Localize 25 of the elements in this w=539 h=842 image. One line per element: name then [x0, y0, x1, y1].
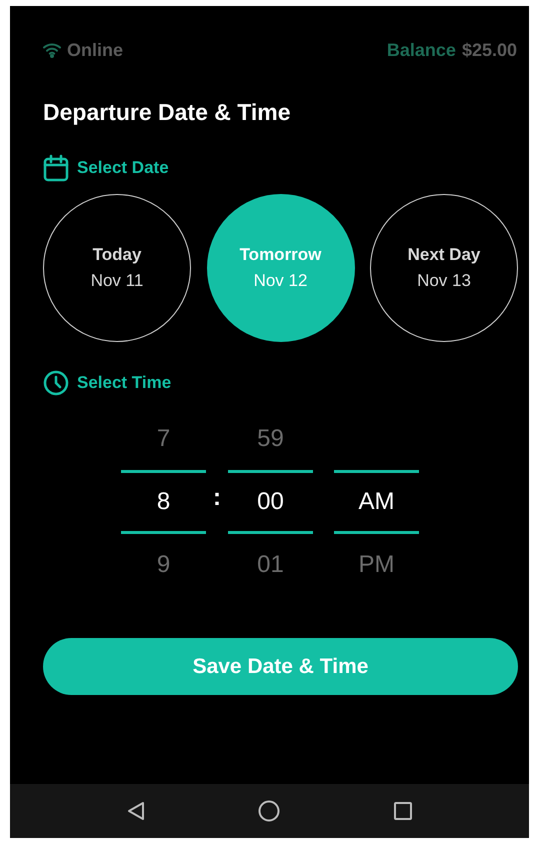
picker-selected-value[interactable]: 8 — [121, 470, 206, 534]
picker-selected-value[interactable]: AM — [334, 470, 419, 534]
page-title: Departure Date & Time — [43, 99, 292, 126]
picker-option[interactable]: 7 — [156, 425, 170, 453]
date-option[interactable]: Tomorrow Nov 12 — [206, 194, 354, 342]
back-icon[interactable] — [126, 801, 145, 821]
wifi-icon — [43, 42, 61, 58]
section-label: Select Date — [77, 158, 169, 178]
picker-option[interactable]: 59 — [257, 425, 284, 453]
home-icon[interactable] — [258, 800, 280, 822]
picker-option[interactable]: 9 — [156, 551, 170, 579]
connection-status: Online — [67, 40, 124, 60]
recents-icon[interactable] — [394, 802, 412, 820]
section-label: Select Time — [77, 373, 172, 393]
picker-option[interactable]: PM — [358, 551, 394, 579]
balance-label: Balance — [386, 40, 456, 60]
date-option[interactable]: Next Day Nov 13 — [370, 194, 518, 342]
clock-icon — [43, 370, 69, 396]
time-separator: : — [212, 484, 222, 512]
calendar-icon — [43, 154, 69, 182]
save-button[interactable]: Save Date & Time — [43, 638, 518, 695]
balance-amount: $25.00 — [462, 40, 517, 60]
date-option[interactable]: Today Nov 11 — [43, 194, 191, 342]
picker-selected-value[interactable]: 00 — [228, 470, 313, 534]
picker-option[interactable]: 01 — [257, 551, 284, 579]
